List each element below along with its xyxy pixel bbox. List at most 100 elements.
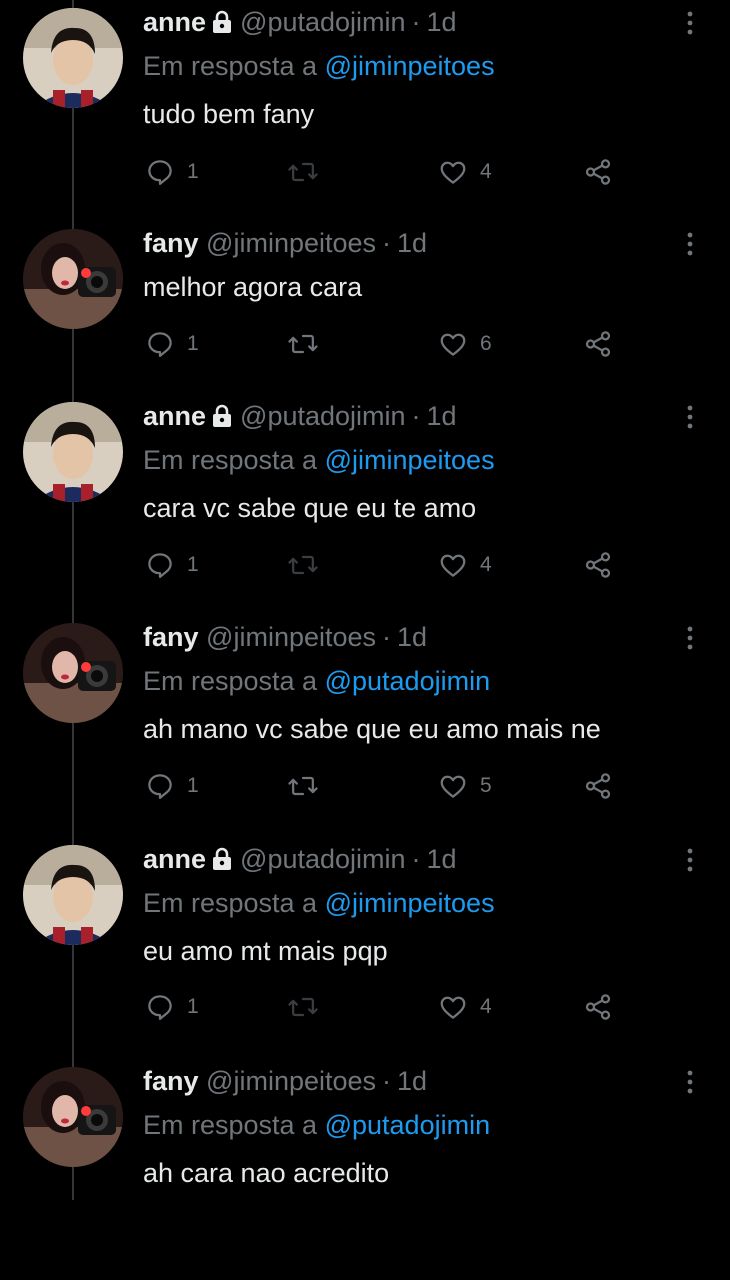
reply-context: Em resposta a @jiminpeitoes [143,883,495,923]
retweet-button[interactable] [287,769,319,803]
like-button[interactable]: 6 [438,327,492,361]
reply-count: 1 [187,553,199,576]
reply-mention[interactable]: @jiminpeitoes [325,51,495,81]
like-count: 5 [480,774,492,797]
tweet-text: ah cara nao acredito [143,1158,390,1188]
reply-count: 1 [187,774,199,797]
more-icon[interactable] [680,623,700,653]
tweet-text: tudo bem fany [143,99,315,129]
timestamp[interactable]: 1d [427,844,457,874]
tweet[interactable]: anne @putadojimin · 1d Em resposta a @jimin… [0,837,730,1058]
separator-dot: · [411,844,421,874]
reply-prefix: Em resposta a [143,666,318,696]
avatar-fany-image [23,1067,123,1167]
display-name[interactable]: fany [143,622,199,652]
reply-mention[interactable]: @jiminpeitoes [325,445,495,475]
reply-context: Em resposta a @jiminpeitoes [143,46,495,86]
display-name[interactable]: fany [143,228,199,258]
timestamp[interactable]: 1d [397,228,427,258]
share-button[interactable] [583,327,613,361]
timestamp[interactable]: 1d [397,622,427,652]
reply-icon [145,992,175,1022]
reply-icon [145,771,175,801]
avatar[interactable] [23,1067,123,1167]
avatar-fany-image [23,229,123,329]
more-icon[interactable] [680,8,700,38]
retweet-button[interactable] [287,990,319,1024]
share-button[interactable] [583,769,613,803]
avatar[interactable] [23,402,123,502]
reply-prefix: Em resposta a [143,1110,318,1140]
avatar-anne-image [23,8,123,108]
timestamp[interactable]: 1d [427,401,457,431]
like-button[interactable]: 5 [438,769,492,803]
retweet-icon [287,771,319,801]
reply-mention[interactable]: @jiminpeitoes [325,888,495,918]
tweet[interactable]: fany @jiminpeitoes · 1d Em resposta a @put… [0,1059,730,1280]
username[interactable]: @putadojimin [240,844,406,874]
tweet-text: melhor agora cara [143,272,363,302]
like-button[interactable]: 4 [438,548,492,582]
retweet-icon [287,329,319,359]
reply-button[interactable]: 1 [145,548,199,582]
avatar[interactable] [23,8,123,108]
tweet-text: eu amo mt mais pqp [143,936,388,966]
timestamp[interactable]: 1d [427,7,457,37]
reply-mention[interactable]: @putadojimin [325,666,491,696]
tweet[interactable]: fany @jiminpeitoes · 1d Em resposta a @put… [0,615,730,836]
display-name[interactable]: anne [143,7,206,37]
retweet-icon [287,550,319,580]
reply-button[interactable]: 1 [145,155,199,189]
share-button[interactable] [583,990,613,1024]
avatar[interactable] [23,229,123,329]
avatar[interactable] [23,623,123,723]
action-bar: 1 4 [140,990,640,1024]
share-icon [583,329,613,359]
action-bar: 1 5 [140,769,640,803]
avatar[interactable] [23,845,123,945]
username[interactable]: @jiminpeitoes [206,622,376,652]
tweet[interactable]: anne @putadojimin · 1d Em resposta a @jimin… [0,0,730,221]
username[interactable]: @jiminpeitoes [206,1066,376,1096]
more-icon[interactable] [680,1067,700,1097]
reply-button[interactable]: 1 [145,990,199,1024]
tweet-text: ah mano vc sabe que eu amo mais ne [143,714,601,744]
timestamp[interactable]: 1d [397,1066,427,1096]
more-icon[interactable] [680,402,700,432]
display-name[interactable]: fany [143,1066,199,1096]
reply-context: Em resposta a @putadojimin [143,661,490,701]
username[interactable]: @putadojimin [240,7,406,37]
tweet[interactable]: anne @putadojimin · 1d Em resposta a @jimin… [0,394,730,615]
action-bar: 1 4 [140,155,640,189]
reply-prefix: Em resposta a [143,51,318,81]
separator-dot: · [382,228,392,258]
retweet-button[interactable] [287,155,319,189]
retweet-button[interactable] [287,327,319,361]
share-button[interactable] [583,548,613,582]
action-bar: 1 6 [140,327,640,361]
lock-icon [210,5,234,45]
retweet-icon [287,992,319,1022]
more-icon[interactable] [680,845,700,875]
separator-dot: · [411,401,421,431]
more-icon[interactable] [680,229,700,259]
reply-mention[interactable]: @putadojimin [325,1110,491,1140]
username[interactable]: @jiminpeitoes [206,228,376,258]
tweet-text: cara vc sabe que eu te amo [143,493,477,523]
like-button[interactable]: 4 [438,990,492,1024]
reply-button[interactable]: 1 [145,327,199,361]
username[interactable]: @putadojimin [240,401,406,431]
share-button[interactable] [583,155,613,189]
share-icon [583,157,613,187]
reply-icon [145,550,175,580]
retweet-button[interactable] [287,548,319,582]
like-count: 4 [480,553,492,576]
display-name[interactable]: anne [143,844,206,874]
lock-icon [210,399,234,439]
lock-icon [210,842,234,882]
reply-button[interactable]: 1 [145,769,199,803]
avatar-anne-image [23,402,123,502]
like-button[interactable]: 4 [438,155,492,189]
display-name[interactable]: anne [143,401,206,431]
like-count: 4 [480,995,492,1018]
